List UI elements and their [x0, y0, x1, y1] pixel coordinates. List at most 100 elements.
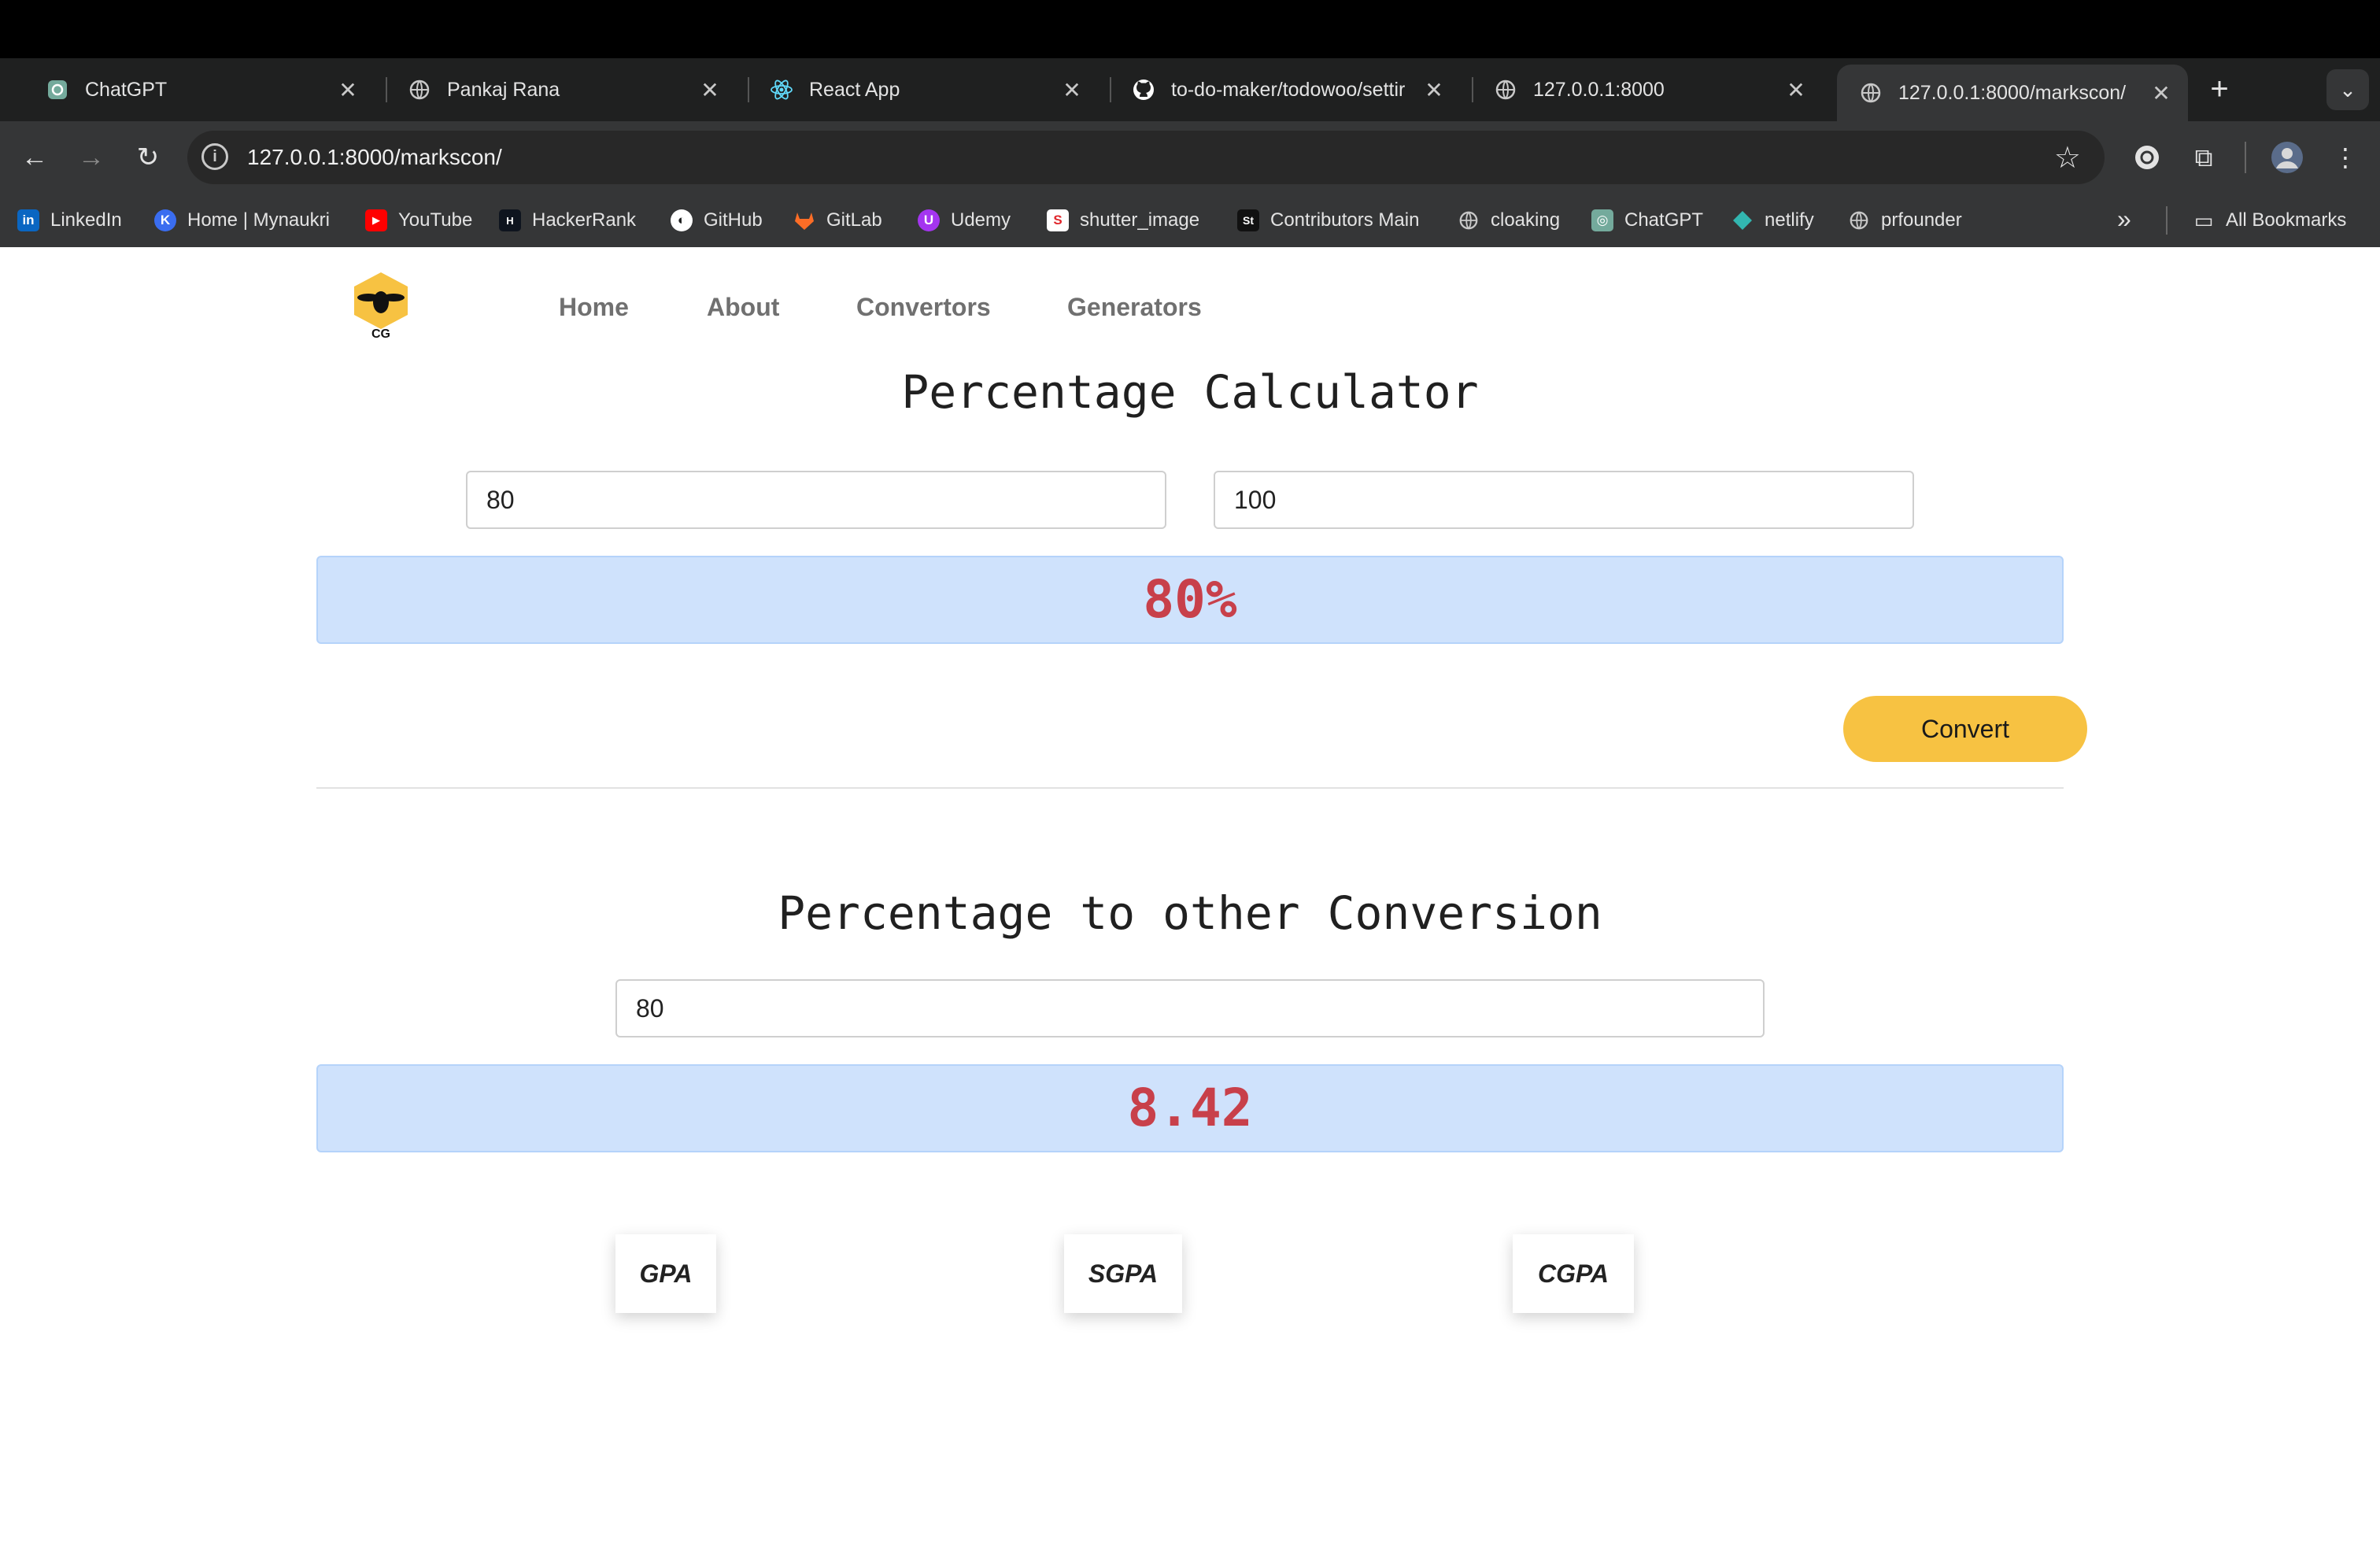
bookmark-shutter-image[interactable]: Sshutter_image [1047, 194, 1199, 247]
bookmark-netlify[interactable]: netlify [1731, 194, 1814, 247]
extension-chatgpt-icon[interactable] [2128, 139, 2166, 176]
more-bookmarks-icon[interactable]: » [2117, 205, 2131, 234]
tab-title: Pankaj Rana [447, 78, 560, 101]
bookmarks-bar: in LinkedIn K Home | Mynaukri ▶ YouTube H Ha… [0, 194, 2380, 247]
bookmark-youtube[interactable]: ▶ YouTube [365, 194, 472, 247]
folder-icon: ▭ [2193, 208, 2214, 232]
tab-chatgpt[interactable]: ChatGPT ✕ [24, 58, 375, 121]
bookmark-label: Contributors Main [1270, 209, 1420, 231]
bookmark-prfounder[interactable]: prfounder [1848, 194, 1962, 247]
all-bookmarks-label: All Bookmarks [2226, 209, 2347, 231]
tab-react-app[interactable]: React App ✕ [748, 58, 1099, 121]
url-text[interactable]: 127.0.0.1:8000/markscon/ [247, 145, 502, 170]
percentage-result: 80% [316, 556, 2064, 644]
system-menu-bar [0, 0, 2380, 58]
bookmark-label: GitHub [704, 209, 763, 231]
globe-icon [408, 78, 431, 102]
address-bar[interactable]: i 127.0.0.1:8000/markscon/ ☆ [187, 131, 2105, 184]
hackerrank-icon: H [499, 209, 521, 231]
tab-localhost[interactable]: 127.0.0.1:8000 ✕ [1472, 58, 1823, 121]
bookmark-label: GitLab [826, 209, 882, 231]
bookmarks-divider [2166, 206, 2168, 235]
section-divider [316, 787, 2064, 789]
toolbar-divider [2245, 142, 2246, 173]
github-icon: ◐ [671, 209, 693, 231]
linkedin-icon: in [17, 209, 39, 231]
extensions-puzzle-icon[interactable]: ⧉ [2185, 139, 2223, 176]
nav-about[interactable]: About [707, 293, 779, 322]
reload-icon[interactable]: ↻ [129, 139, 167, 176]
chatgpt-icon [46, 78, 69, 102]
close-icon[interactable]: ✕ [694, 77, 726, 103]
bookmark-label: cloaking [1491, 209, 1561, 231]
globe-icon [1458, 209, 1480, 231]
bookmark-label: shutter_image [1080, 209, 1200, 231]
bookmark-contributors-main[interactable]: St Contributors Main [1237, 194, 1419, 247]
tab-strip: ChatGPT ✕ Pankaj Rana ✕ React App ✕ to-d… [0, 58, 2380, 121]
bookmark-chatgpt[interactable]: ◎ ChatGPT [1591, 194, 1703, 247]
back-icon[interactable]: ← [16, 139, 54, 176]
forward-icon[interactable]: → [72, 139, 110, 176]
nav-generators[interactable]: Generators [1067, 293, 1202, 322]
bookmark-label: HackerRank [532, 209, 637, 231]
close-icon[interactable]: ✕ [1780, 77, 1812, 103]
obtained-marks-input[interactable] [466, 471, 1166, 529]
tab-markscon[interactable]: 127.0.0.1:8000/markscon/ ✕ [1837, 65, 2188, 121]
bookmark-gitlab[interactable]: GitLab [793, 194, 882, 247]
conversion-result: 8.42 [316, 1064, 2064, 1152]
sgpa-option[interactable]: SGPA [1064, 1234, 1182, 1313]
react-icon [770, 78, 793, 102]
bookmark-label: Home | Mynaukri [187, 209, 330, 231]
tab-title: ChatGPT [85, 78, 168, 101]
tab-title: to-do-maker/todowoo/settir [1171, 78, 1406, 101]
close-icon[interactable]: ✕ [332, 77, 364, 103]
bookmark-label: YouTube [398, 209, 473, 231]
logo-text: CG [371, 327, 390, 341]
shutter-icon: S [1047, 209, 1069, 231]
new-tab-icon[interactable]: + [2201, 71, 2238, 109]
chatgpt-icon: ◎ [1591, 209, 1613, 231]
netlify-icon [1731, 209, 1754, 231]
bookmark-star-icon[interactable]: ☆ [2054, 140, 2081, 176]
tab-github-todowoo[interactable]: to-do-maker/todowoo/settir ✕ [1110, 58, 1461, 121]
percentage-input[interactable] [615, 979, 1765, 1037]
nav-convertors[interactable]: Convertors [856, 293, 991, 322]
bookmark-linkedin[interactable]: in LinkedIn [17, 194, 122, 247]
browser-toolbar: ← → ↻ i 127.0.0.1:8000/markscon/ ☆ ⧉ ⋮ [0, 121, 2380, 194]
kebab-menu-icon[interactable]: ⋮ [2326, 139, 2364, 176]
bookmark-mynaukri[interactable]: K Home | Mynaukri [154, 194, 330, 247]
bookmark-label: netlify [1765, 209, 1814, 231]
site-logo[interactable]: CG [351, 271, 411, 350]
tab-title: 127.0.0.1:8000/markscon/ [1898, 81, 2127, 104]
nav-home[interactable]: Home [559, 293, 629, 322]
youtube-icon: ▶ [365, 209, 387, 231]
bookmark-label: prfounder [1881, 209, 1962, 231]
st-icon: St [1237, 209, 1259, 231]
tab-title: 127.0.0.1:8000 [1533, 78, 1665, 101]
total-marks-input[interactable] [1214, 471, 1914, 529]
bookmark-label: Udemy [951, 209, 1011, 231]
globe-icon [1494, 78, 1517, 102]
gitlab-icon [793, 209, 815, 231]
all-bookmarks[interactable]: ▭ All Bookmarks [2193, 194, 2347, 247]
close-icon[interactable]: ✕ [1418, 77, 1450, 103]
chevron-down-icon[interactable]: ⌄ [2326, 69, 2369, 110]
github-icon [1132, 78, 1155, 102]
globe-icon [1848, 209, 1870, 231]
tab-title: React App [809, 78, 900, 101]
globe-icon [1859, 81, 1883, 105]
convert-button[interactable]: Convert [1843, 696, 2087, 762]
cgpa-option[interactable]: CGPA [1513, 1234, 1634, 1313]
close-icon[interactable]: ✕ [1056, 77, 1088, 103]
close-icon[interactable]: ✕ [2145, 80, 2177, 106]
gpa-option[interactable]: GPA [615, 1234, 716, 1313]
mynaukri-icon: K [154, 209, 176, 231]
avatar[interactable] [2268, 139, 2306, 176]
bookmark-github[interactable]: ◐ GitHub [671, 194, 763, 247]
tab-pankaj-rana[interactable]: Pankaj Rana ✕ [386, 58, 737, 121]
bookmark-udemy[interactable]: U Udemy [918, 194, 1011, 247]
site-info-icon[interactable]: i [201, 143, 228, 170]
bookmark-cloaking[interactable]: cloaking [1458, 194, 1560, 247]
udemy-icon: U [918, 209, 940, 231]
bookmark-hackerrank[interactable]: H HackerRank [499, 194, 636, 247]
